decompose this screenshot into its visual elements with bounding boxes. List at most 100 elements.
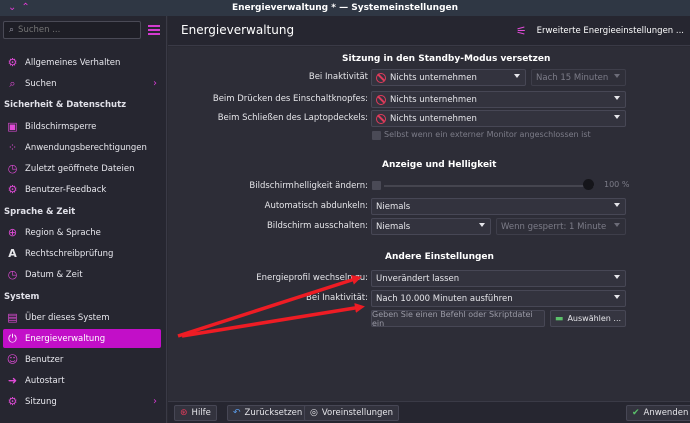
chevron-down-icon [479, 223, 485, 227]
chevron-right-icon: › [153, 396, 157, 407]
forbidden-icon [376, 94, 386, 105]
profile-combo[interactable]: Unverändert lassen [371, 270, 626, 287]
sidebar-item-power-management[interactable]: ⏻ Energieverwaltung [3, 329, 161, 348]
auto-dim-label: Automatisch abdunkeln: [264, 201, 368, 211]
spellcheck-icon: A [8, 247, 17, 260]
screen-lock-icon: ▣ [7, 120, 18, 133]
feedback-icon: ⚙ [7, 183, 18, 196]
sidebar-item-search[interactable]: ⌕ Suchen › [3, 74, 161, 93]
screen-off-locked-combo[interactable]: Wenn gesperrt: 1 Minute [496, 218, 626, 235]
advanced-power-settings-label: Erweiterte Energieeinstellungen ... [536, 26, 684, 36]
advanced-power-settings-button[interactable]: ⚟ Erweiterte Energieeinstellungen ... [516, 21, 684, 41]
brightness-label: Bildschirmhelligkeit ändern: [249, 181, 368, 191]
brightness-slider-track[interactable] [384, 185, 594, 187]
other-idle-value: Nach 10.000 Minuten ausführen [376, 293, 513, 304]
sidebar-header-privacy: Sicherheit & Datenschutz [4, 100, 127, 110]
undo-icon: ↶ [233, 408, 241, 418]
sidebar-item-label: Allgemeines Verhalten [25, 57, 121, 68]
sidebar-item-autostart[interactable]: ➜ Autostart [3, 371, 161, 390]
user-icon: ☺ [6, 353, 19, 366]
power-icon: ⏻ [8, 331, 17, 345]
sidebar-item-label: Zuletzt geöffnete Dateien [25, 163, 135, 174]
window-title: Energieverwaltung * — Systemeinstellunge… [231, 3, 459, 13]
lid-label: Beim Schließen des Laptopdeckels: [217, 113, 368, 123]
sidebar-item-general-behavior[interactable]: ⚙ Allgemeines Verhalten [3, 53, 161, 72]
external-monitor-label: Selbst wenn ein externer Monitor angesch… [384, 130, 591, 139]
idle-delay-combo[interactable]: Nach 15 Minuten [531, 69, 626, 86]
chevron-down-icon [514, 74, 520, 78]
other-idle-label: Bei Inaktivität: [306, 293, 368, 303]
chevron-down-icon [614, 275, 620, 279]
sidebar-item-label: Suchen [25, 78, 57, 89]
chevron-down-icon [614, 96, 620, 100]
sliders-icon: ⚟ [515, 24, 527, 38]
chevron-down-icon [614, 203, 620, 207]
globe-icon: ⊕ [7, 226, 18, 239]
lid-combo[interactable]: Nichts unternehmen [371, 110, 626, 127]
section-title-display: Anzeige und Helligkeit [382, 160, 497, 170]
maximize-icon[interactable]: ⌃ [21, 2, 29, 14]
reset-button[interactable]: ↶ Zurücksetzen [227, 405, 309, 421]
help-button[interactable]: ⊛ Hilfe [174, 405, 217, 421]
sidebar-item-spell-check[interactable]: A Rechtschreibprüfung [3, 244, 161, 263]
sidebar-item-region-language[interactable]: ⊕ Region & Sprache [3, 223, 161, 242]
settings-content: Sitzung in den Standby-Modus versetzen B… [168, 47, 690, 401]
sidebar-item-users[interactable]: ☺ Benutzer [3, 350, 161, 369]
external-monitor-checkbox[interactable] [372, 131, 381, 140]
chevron-down-icon [614, 223, 620, 227]
sidebar-item-about-system[interactable]: ▤ Über dieses System [3, 308, 161, 327]
idle-action-combo[interactable]: Nichts unternehmen [371, 69, 526, 86]
sidebar: ⌕ ⚙ Allgemeines Verhalten ⌕ Suchen › Sic… [0, 16, 167, 423]
info-icon: ▤ [7, 311, 18, 324]
section-title-other: Andere Einstellungen [385, 252, 494, 262]
screen-off-label: Bildschirm ausschalten: [266, 221, 368, 231]
brightness-checkbox[interactable] [372, 181, 381, 190]
other-idle-combo[interactable]: Nach 10.000 Minuten ausführen [371, 290, 626, 307]
chevron-down-icon [614, 74, 620, 78]
sidebar-item-app-permissions[interactable]: ⁘ Anwendungsberechtigungen [3, 138, 161, 157]
sidebar-item-label: Sitzung [25, 396, 57, 407]
power-button-combo[interactable]: Nichts unternehmen [371, 91, 626, 108]
search-box[interactable]: ⌕ [3, 21, 141, 39]
defaults-label: Voreinstellungen [321, 408, 394, 418]
idle-delay-value: Nach 15 Minuten [536, 72, 609, 83]
gear-icon: ⚙ [7, 56, 18, 69]
sidebar-header-language: Sprache & Zeit [4, 207, 76, 217]
minimize-icon[interactable]: ⌄ [8, 2, 16, 14]
page-header: Energieverwaltung ⚟ Erweiterte Energieei… [168, 16, 690, 46]
search-icon: ⌕ [9, 76, 16, 90]
sidebar-item-label: Rechtschreibprüfung [25, 248, 114, 259]
sidebar-item-recent-files[interactable]: ◷ Zuletzt geöffnete Dateien [3, 159, 161, 178]
command-input[interactable]: Geben Sie einen Befehl oder Skriptdatei … [371, 310, 545, 328]
sidebar-item-date-time[interactable]: ◷ Datum & Zeit [3, 265, 161, 284]
profile-value: Unverändert lassen [376, 273, 460, 284]
sidebar-item-label: Region & Sprache [25, 227, 101, 238]
sidebar-item-screen-lock[interactable]: ▣ Bildschirmsperre [3, 117, 161, 136]
window-controls: ⌄ ⌃ [8, 2, 30, 14]
auto-dim-combo[interactable]: Niemals [371, 198, 626, 215]
sidebar-header-system: System [4, 292, 40, 302]
apps-icon: ⁘ [7, 141, 18, 154]
sidebar-item-label: Bildschirmsperre [25, 121, 97, 132]
help-icon: ⊛ [180, 408, 188, 418]
sidebar-item-label: Anwendungsberechtigungen [25, 142, 147, 153]
screen-off-combo[interactable]: Niemals [371, 218, 491, 235]
choose-file-button[interactable]: ▬ Auswählen ... [550, 310, 626, 327]
folder-icon: ▬ [554, 313, 564, 324]
sidebar-item-label: Benutzer-Feedback [25, 184, 107, 195]
brightness-value: 100 % [604, 180, 630, 189]
idle-label: Bei Inaktivität [308, 72, 368, 82]
lid-value: Nichts unternehmen [390, 113, 477, 124]
search-input[interactable] [18, 25, 129, 35]
sidebar-item-label: Über dieses System [25, 312, 110, 323]
power-button-label: Beim Drücken des Einschaltknopfes: [212, 94, 368, 104]
sidebar-item-label: Autostart [25, 375, 65, 386]
sidebar-item-user-feedback[interactable]: ⚙ Benutzer-Feedback [3, 180, 161, 199]
brightness-slider-handle[interactable] [583, 179, 594, 190]
apply-button[interactable]: ✔ Anwenden [626, 405, 690, 421]
defaults-icon: ◎ [310, 408, 318, 418]
sidebar-item-session[interactable]: ⚙ Sitzung › [3, 392, 161, 411]
hamburger-icon[interactable] [148, 25, 160, 35]
defaults-button[interactable]: ◎ Voreinstellungen [304, 405, 400, 421]
forbidden-icon [376, 72, 386, 83]
